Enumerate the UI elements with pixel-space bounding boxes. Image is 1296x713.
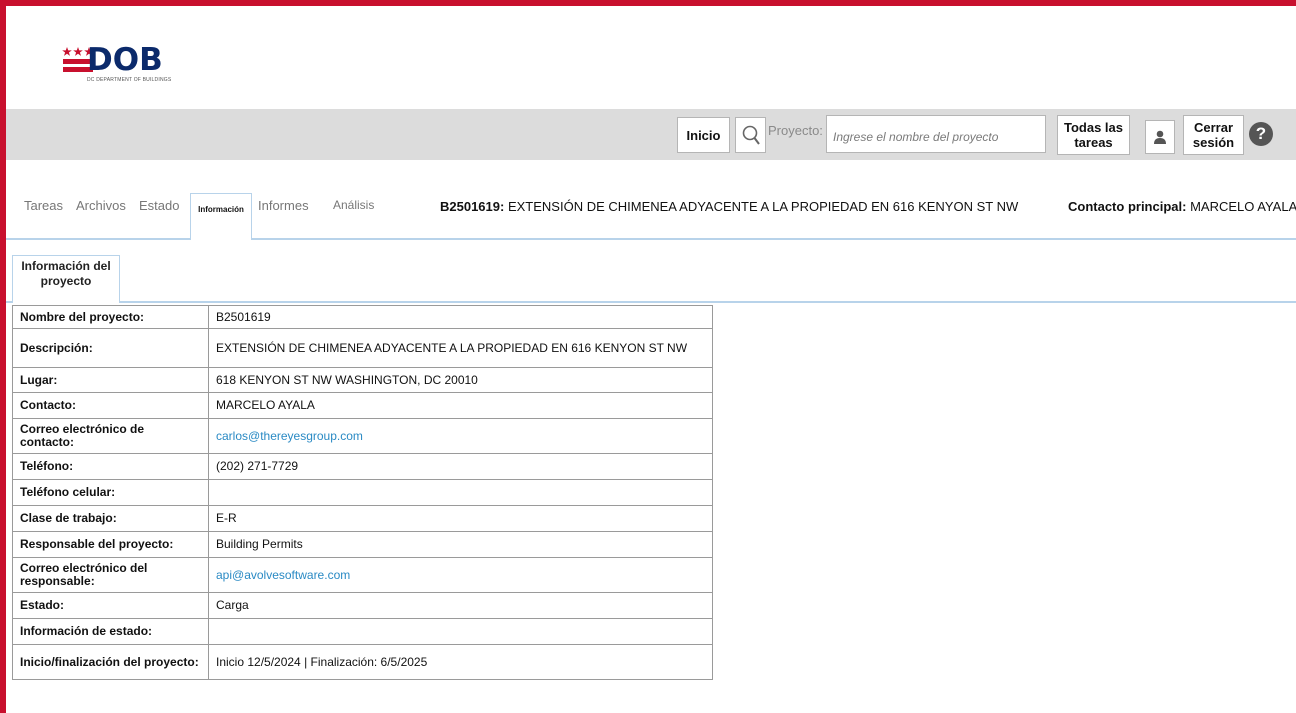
tab-analisis[interactable]: Análisis <box>333 198 374 212</box>
project-title: EXTENSIÓN DE CHIMENEA ADYACENTE A LA PRO… <box>507 199 1019 214</box>
field-value: Inicio 12/5/2024 | Finalización: 6/5/202… <box>208 644 713 680</box>
contact-email-link[interactable]: carlos@thereyesgroup.com <box>216 429 363 443</box>
table-row: Estado: Carga <box>12 592 713 619</box>
table-row: Descripción: EXTENSIÓN DE CHIMENEA ADYAC… <box>12 328 713 368</box>
table-row: Nombre del proyecto: B2501619 <box>12 305 713 329</box>
field-label: Inicio/finalización del proyecto: <box>12 644 209 680</box>
project-info-table: Nombre del proyecto: B2501619 Descripció… <box>12 305 713 680</box>
project-heading: B2501619: EXTENSIÓN DE CHIMENEA ADYACENT… <box>440 199 1018 214</box>
field-value <box>208 479 713 506</box>
project-search-input[interactable] <box>826 115 1046 153</box>
project-search-label: Proyecto: <box>768 123 823 138</box>
search-button[interactable] <box>735 117 766 153</box>
help-icon[interactable]: ? <box>1249 122 1273 146</box>
top-toolbar: Inicio Proyecto: Todas las tareas Cerrar… <box>6 109 1296 160</box>
field-value: api@avolvesoftware.com <box>208 557 713 593</box>
field-label: Contacto: <box>12 392 209 419</box>
table-row: Información de estado: <box>12 618 713 645</box>
primary-contact-label: Contacto principal: <box>1068 199 1187 214</box>
table-row: Inicio/finalización del proyecto: Inicio… <box>12 644 713 680</box>
field-label: Clase de trabajo: <box>12 505 209 532</box>
magnifier-icon <box>742 125 760 145</box>
primary-contact-name: MARCELO AYALA <box>1190 199 1296 214</box>
field-label: Información de estado: <box>12 618 209 645</box>
field-value: E-R <box>208 505 713 532</box>
table-row: Clase de trabajo: E-R <box>12 505 713 532</box>
home-button[interactable]: Inicio <box>677 117 730 153</box>
logo-subtitle: DC DEPARTMENT OF BUILDINGS <box>87 77 172 83</box>
field-label: Estado: <box>12 592 209 619</box>
field-label: Nombre del proyecto: <box>12 305 209 329</box>
logout-button[interactable]: Cerrar sesión <box>1183 115 1244 155</box>
field-value: MARCELO AYALA <box>208 392 713 419</box>
field-value: EXTENSIÓN DE CHIMENEA ADYACENTE A LA PRO… <box>208 328 713 368</box>
field-label: Correo electrónico de contacto: <box>12 418 209 454</box>
tab-archivos[interactable]: Archivos <box>76 198 126 213</box>
table-row: Lugar: 618 KENYON ST NW WASHINGTON, DC 2… <box>12 367 713 393</box>
tab-project-info[interactable]: Información del proyecto <box>12 255 120 303</box>
tab-tareas[interactable]: Tareas <box>24 198 63 213</box>
dob-logo[interactable]: DOB DC DEPARTMENT OF BUILDINGS <box>58 42 172 86</box>
manager-email-link[interactable]: api@avolvesoftware.com <box>216 568 350 582</box>
tab-informacion[interactable]: Información <box>190 193 252 240</box>
field-label: Responsable del proyecto: <box>12 531 209 558</box>
field-label: Teléfono celular: <box>12 479 209 506</box>
primary-contact: Contacto principal: MARCELO AYALA <box>1068 199 1296 214</box>
all-tasks-button[interactable]: Todas las tareas <box>1057 115 1130 155</box>
field-label: Teléfono: <box>12 453 209 480</box>
logo-wordmark: DOB <box>87 42 163 78</box>
field-value: 618 KENYON ST NW WASHINGTON, DC 20010 <box>208 367 713 393</box>
project-id: B2501619: <box>440 199 505 214</box>
field-label: Lugar: <box>12 367 209 393</box>
subtab-divider <box>6 301 1296 303</box>
field-value: Carga <box>208 592 713 619</box>
nav-tabs: Tareas Archivos Estado Información Infor… <box>6 190 1296 240</box>
field-label: Correo electrónico del responsable: <box>12 557 209 593</box>
field-value <box>208 618 713 645</box>
table-row: Contacto: MARCELO AYALA <box>12 392 713 419</box>
field-value: carlos@thereyesgroup.com <box>208 418 713 454</box>
field-value: (202) 271-7729 <box>208 453 713 480</box>
tab-informes[interactable]: Informes <box>258 198 309 213</box>
field-label: Descripción: <box>12 328 209 368</box>
user-profile-button[interactable] <box>1145 120 1175 154</box>
field-value: Building Permits <box>208 531 713 558</box>
table-row: Correo electrónico de contacto: carlos@t… <box>12 418 713 454</box>
table-row: Responsable del proyecto: Building Permi… <box>12 531 713 558</box>
tab-estado[interactable]: Estado <box>139 198 179 213</box>
user-icon <box>1154 130 1166 144</box>
table-row: Teléfono: (202) 271-7729 <box>12 453 713 480</box>
table-row: Correo electrónico del responsable: api@… <box>12 557 713 593</box>
table-row: Teléfono celular: <box>12 479 713 506</box>
field-value: B2501619 <box>208 305 713 329</box>
